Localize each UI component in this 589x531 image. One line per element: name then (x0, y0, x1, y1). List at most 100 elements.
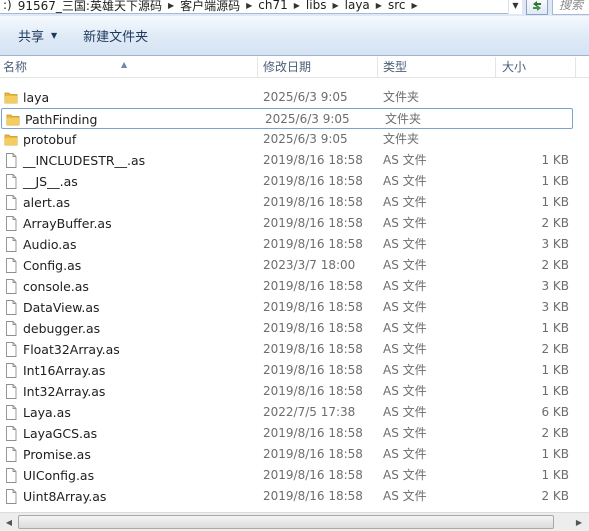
file-row[interactable]: DataView.as 2019/8/16 18:58 AS 文件 3 KB (0, 297, 575, 318)
file-row[interactable]: alert.as 2019/8/16 18:58 AS 文件 1 KB (0, 192, 575, 213)
file-date: 2023/3/7 18:00 (263, 258, 356, 272)
file-type: AS 文件 (383, 279, 427, 293)
file-row[interactable]: Int16Array.as 2019/8/16 18:58 AS 文件 1 KB (0, 360, 575, 381)
file-size: 1 KB (541, 321, 569, 335)
file-icon (4, 447, 18, 462)
refresh-button[interactable] (526, 0, 548, 15)
file-type: AS 文件 (383, 216, 427, 230)
breadcrumb-arrow-icon[interactable]: ▶ (329, 1, 341, 10)
file-icon (4, 489, 18, 504)
file-date: 2019/8/16 18:58 (263, 468, 363, 482)
file-date: 2019/8/16 18:58 (263, 174, 363, 188)
search-input[interactable]: 搜索 (552, 0, 589, 15)
file-type: AS 文件 (383, 174, 427, 188)
file-row[interactable]: console.as 2019/8/16 18:58 AS 文件 3 KB (0, 276, 575, 297)
file-row[interactable]: Int32Array.as 2019/8/16 18:58 AS 文件 1 KB (0, 381, 575, 402)
column-type[interactable]: 类型 (378, 57, 496, 78)
file-icon (4, 195, 18, 210)
file-date: 2019/8/16 18:58 (263, 216, 363, 230)
breadcrumb-libs[interactable]: libs (303, 0, 330, 12)
command-toolbar: 共享 ▼ 新建文件夹 (0, 16, 589, 56)
file-type: AS 文件 (383, 468, 427, 482)
file-icon (4, 384, 18, 399)
share-button[interactable]: 共享 ▼ (14, 25, 61, 47)
file-size: 3 KB (541, 300, 569, 314)
file-icon (4, 363, 18, 378)
file-row[interactable]: Promise.as 2019/8/16 18:58 AS 文件 1 KB (0, 444, 575, 465)
file-name: __JS__.as (23, 174, 78, 189)
file-name: Audio.as (23, 237, 77, 252)
folder-icon (6, 112, 20, 127)
file-icon (4, 405, 18, 420)
breadcrumb-arrow-icon[interactable]: ▶ (165, 1, 177, 10)
breadcrumb-root[interactable]: :) (0, 0, 15, 12)
breadcrumb-client-src[interactable]: 客户端源码 (177, 0, 243, 13)
file-date: 2025/6/3 9:05 (263, 90, 348, 104)
breadcrumb-arrow-icon[interactable]: ▶ (291, 1, 303, 10)
address-dropdown-icon[interactable]: ▼ (508, 0, 522, 14)
file-size: 1 KB (541, 447, 569, 461)
file-icon (4, 279, 18, 294)
column-name[interactable]: 名称 ▲ (0, 57, 258, 78)
file-row[interactable]: UIConfig.as 2019/8/16 18:58 AS 文件 1 KB (0, 465, 575, 486)
file-row[interactable]: debugger.as 2019/8/16 18:58 AS 文件 1 KB (0, 318, 575, 339)
file-size: 3 KB (541, 279, 569, 293)
breadcrumb-src[interactable]: src (385, 0, 409, 12)
column-date[interactable]: 修改日期 (258, 57, 378, 78)
file-date: 2025/6/3 9:05 (265, 112, 350, 126)
folder-row[interactable]: PathFinding 2025/6/3 9:05 文件夹 (1, 108, 573, 129)
file-size: 2 KB (541, 426, 569, 440)
refresh-icon (533, 0, 541, 11)
file-name: protobuf (23, 132, 77, 147)
file-size: 1 KB (541, 174, 569, 188)
file-type: AS 文件 (383, 342, 427, 356)
file-type: AS 文件 (383, 237, 427, 251)
address-bar[interactable]: :) 91567_三国:英雄天下源码 ▶ 客户端源码 ▶ ch71 ▶ libs… (0, 0, 522, 14)
scrollbar-thumb[interactable] (18, 515, 554, 529)
file-icon (4, 237, 18, 252)
breadcrumb-ch71[interactable]: ch71 (255, 0, 290, 12)
file-type: AS 文件 (383, 447, 427, 461)
file-date: 2019/8/16 18:58 (263, 384, 363, 398)
chevron-down-icon: ▼ (51, 31, 58, 40)
breadcrumb-project[interactable]: 91567_三国:英雄天下源码 (15, 0, 165, 13)
breadcrumb-arrow-icon[interactable]: ▶ (373, 1, 385, 10)
scroll-right-icon[interactable]: ▶ (571, 513, 587, 531)
file-name: Promise.as (23, 447, 91, 462)
folder-row[interactable]: protobuf 2025/6/3 9:05 文件夹 (0, 129, 575, 150)
file-name: LayaGCS.as (23, 426, 98, 441)
file-row[interactable]: Float32Array.as 2019/8/16 18:58 AS 文件 2 KB (0, 339, 575, 360)
file-size: 6 KB (541, 405, 569, 419)
new-folder-button[interactable]: 新建文件夹 (79, 25, 152, 47)
file-type: 文件夹 (383, 90, 420, 104)
file-row[interactable]: ArrayBuffer.as 2019/8/16 18:58 AS 文件 2 KB (0, 213, 575, 234)
sort-ascending-icon: ▲ (121, 60, 128, 69)
new-folder-label: 新建文件夹 (83, 30, 149, 45)
file-name: Laya.as (23, 405, 71, 420)
scroll-left-icon[interactable]: ◀ (1, 513, 17, 531)
breadcrumb-laya[interactable]: laya (342, 0, 373, 12)
file-type: AS 文件 (383, 300, 427, 314)
column-size[interactable]: 大小 (496, 57, 576, 78)
file-row[interactable]: Uint8Array.as 2019/8/16 18:58 AS 文件 2 KB (0, 486, 575, 507)
file-row[interactable]: Laya.as 2022/7/5 17:38 AS 文件 6 KB (0, 402, 575, 423)
file-row[interactable]: __JS__.as 2019/8/16 18:58 AS 文件 1 KB (0, 171, 575, 192)
file-name: console.as (23, 279, 89, 294)
column-name-label: 名称 (3, 60, 28, 74)
file-icon (4, 342, 18, 357)
file-type: AS 文件 (383, 258, 427, 272)
folder-row[interactable]: laya 2025/6/3 9:05 文件夹 (0, 87, 575, 108)
file-row[interactable]: LayaGCS.as 2019/8/16 18:58 AS 文件 2 KB (0, 423, 575, 444)
file-name: debugger.as (23, 321, 101, 336)
file-icon (4, 426, 18, 441)
breadcrumb-arrow-icon[interactable]: ▶ (243, 1, 255, 10)
horizontal-scrollbar[interactable]: ◀ ▶ (0, 512, 589, 531)
breadcrumb-arrow-icon[interactable]: ▶ (408, 1, 420, 10)
file-row[interactable]: Config.as 2023/3/7 18:00 AS 文件 2 KB (0, 255, 575, 276)
file-row[interactable]: Audio.as 2019/8/16 18:58 AS 文件 3 KB (0, 234, 575, 255)
file-size: 1 KB (541, 384, 569, 398)
file-type: AS 文件 (383, 363, 427, 377)
file-date: 2019/8/16 18:58 (263, 321, 363, 335)
file-size: 1 KB (541, 153, 569, 167)
file-row[interactable]: __INCLUDESTR__.as 2019/8/16 18:58 AS 文件 1 K… (0, 150, 575, 171)
